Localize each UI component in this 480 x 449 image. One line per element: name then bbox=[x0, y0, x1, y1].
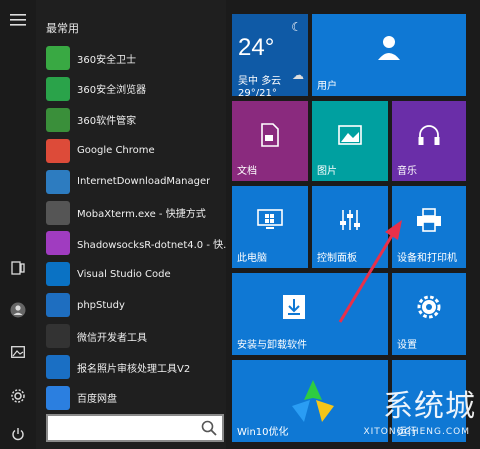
baidu-netdisk-icon bbox=[46, 385, 70, 410]
app-list-item[interactable]: Google Chrome bbox=[46, 137, 226, 165]
app-list-item-label: 360软件管家 bbox=[77, 116, 137, 128]
app-list-item[interactable]: 360软件管家 bbox=[46, 106, 226, 134]
cloud-icon: ☁ bbox=[292, 68, 304, 82]
watermark-subtext: XITONGCHENG.COM bbox=[363, 427, 470, 437]
user-avatar-icon[interactable] bbox=[6, 298, 30, 322]
moon-icon: ☾ bbox=[291, 20, 302, 34]
search-box[interactable] bbox=[46, 414, 224, 442]
printer-icon bbox=[417, 208, 441, 233]
watermark-logo-icon bbox=[292, 380, 334, 422]
360-browser-icon bbox=[46, 76, 70, 101]
360-software-manager-icon bbox=[46, 107, 70, 132]
app-list-item[interactable]: InternetDownloadManager bbox=[46, 168, 226, 196]
app-list-item-label: 百度网盘 bbox=[77, 394, 117, 406]
vscode-icon bbox=[46, 262, 70, 287]
this-pc-tile-label: 此电脑 bbox=[237, 253, 267, 264]
pictures-icon[interactable] bbox=[6, 340, 30, 364]
app-list-item[interactable]: 百度网盘 bbox=[46, 384, 226, 412]
app-list-item[interactable]: 360安全卫士 bbox=[46, 44, 226, 72]
app-list-item[interactable]: MobaXterm.exe - 快捷方式 bbox=[46, 199, 226, 227]
app-list-item[interactable]: Visual Studio Code bbox=[46, 260, 226, 288]
tablet-mode-icon[interactable] bbox=[6, 256, 30, 280]
app-list-item-label: ShadowsocksR-dotnet4.0 - 快... bbox=[77, 239, 226, 251]
gear-icon bbox=[417, 295, 441, 319]
settings-tile-label: 设置 bbox=[397, 340, 417, 351]
app-list-item[interactable]: phpStudy bbox=[46, 291, 226, 319]
most-used-header: 最常用 bbox=[46, 22, 79, 35]
pictures-tile[interactable]: 图片 bbox=[312, 101, 388, 181]
weather-condition: 多云 bbox=[261, 76, 282, 87]
hamburger-menu-icon[interactable] bbox=[6, 8, 30, 32]
start-rail bbox=[0, 0, 36, 449]
idm-icon bbox=[46, 169, 70, 194]
annotation-arrow bbox=[338, 220, 402, 323]
user-tile[interactable]: 用户 bbox=[312, 14, 466, 96]
settings-gear-icon[interactable] bbox=[6, 384, 30, 408]
headphones-icon bbox=[418, 124, 440, 145]
app-list-item[interactable]: 360安全浏览器 bbox=[46, 75, 226, 103]
user-icon bbox=[378, 35, 400, 60]
app-list-item-label: phpStudy bbox=[77, 299, 125, 311]
documents-tile-label: 文档 bbox=[237, 166, 257, 177]
music-tile-label: 音乐 bbox=[397, 166, 417, 177]
win10-optimize-tile-label: Win10优化 bbox=[237, 427, 289, 438]
app-list-item[interactable]: ShadowsocksR-dotnet4.0 - 快... bbox=[46, 229, 226, 257]
user-tile-label: 用户 bbox=[317, 81, 337, 92]
picture-icon bbox=[338, 124, 362, 145]
weather-location: 吴中 bbox=[238, 76, 258, 87]
app-list-item-label: 微信开发者工具 bbox=[77, 332, 147, 344]
document-icon bbox=[261, 122, 279, 147]
app-list-item-label: Visual Studio Code bbox=[77, 268, 171, 280]
download-box-icon bbox=[283, 295, 306, 320]
this-pc-tile[interactable]: 此电脑 bbox=[232, 186, 308, 268]
watermark-text: 系统城 bbox=[383, 389, 476, 424]
app-list-item-label: 360安全浏览器 bbox=[77, 85, 147, 97]
app-list-item-label: MobaXterm.exe - 快捷方式 bbox=[77, 209, 206, 220]
chrome-icon bbox=[46, 138, 70, 163]
weather-temperature: 24° bbox=[238, 34, 275, 61]
app-list-item-label: 报名照片审核处理工具V2 bbox=[77, 363, 191, 375]
app-list-item-label: Google Chrome bbox=[77, 145, 155, 157]
weather-range: 29°/21° bbox=[238, 88, 277, 96]
wechat-devtools-icon bbox=[46, 324, 70, 349]
pictures-tile-label: 图片 bbox=[317, 166, 337, 177]
phpstudy-icon bbox=[46, 293, 70, 318]
computer-icon bbox=[257, 209, 283, 230]
app-list-item-label: InternetDownloadManager bbox=[77, 176, 211, 188]
weather-tile[interactable]: ☾ 24° ☁ 吴中 多云 29°/21° bbox=[232, 14, 308, 96]
app-list-item[interactable]: 报名照片审核处理工具V2 bbox=[46, 353, 226, 381]
360-safeguard-icon bbox=[46, 46, 70, 70]
photo-review-tool-icon bbox=[46, 355, 70, 379]
music-tile[interactable]: 音乐 bbox=[392, 101, 466, 181]
app-list-item[interactable]: 微信开发者工具 bbox=[46, 322, 226, 350]
search-icon[interactable] bbox=[200, 419, 218, 437]
shadowsocks-icon bbox=[46, 231, 70, 256]
power-icon[interactable] bbox=[6, 422, 30, 446]
mobaxterm-icon bbox=[46, 200, 70, 225]
app-list-item-label: 360安全卫士 bbox=[77, 54, 137, 66]
install-uninstall-tile-label: 安装与卸载软件 bbox=[237, 340, 307, 351]
documents-tile[interactable]: 文档 bbox=[232, 101, 308, 181]
